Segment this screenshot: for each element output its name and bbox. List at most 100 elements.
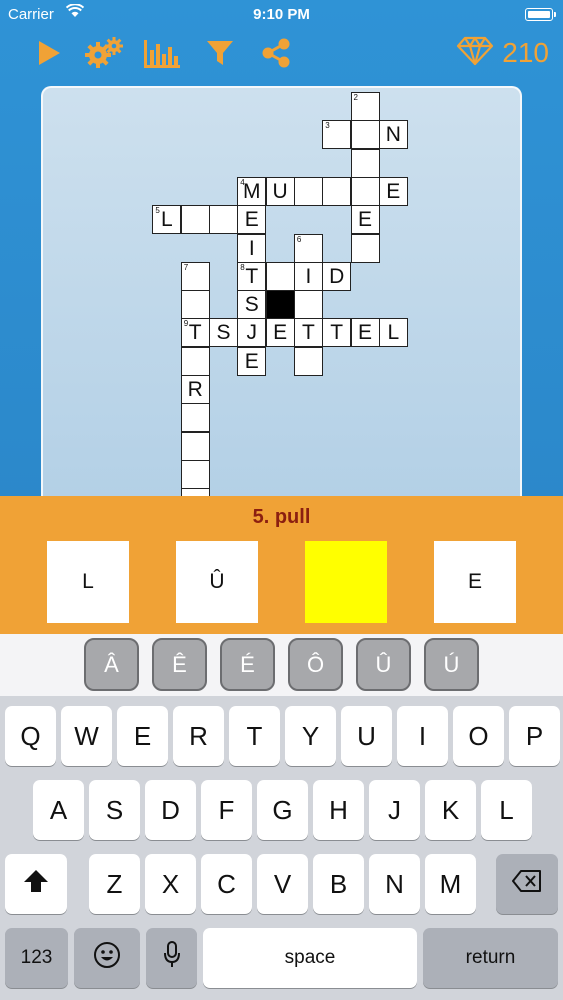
grid-cell[interactable]: 5L	[152, 205, 182, 235]
clue-text: 5. pull	[252, 506, 311, 528]
numbers-key[interactable]: 123	[5, 928, 68, 988]
key[interactable]: V	[257, 854, 308, 914]
key[interactable]: S	[89, 780, 140, 840]
grid-cell[interactable]: E	[350, 318, 380, 348]
grid-cell[interactable]: E	[237, 346, 267, 376]
grid-cell[interactable]	[209, 205, 238, 235]
grid-cell[interactable]: 2	[350, 92, 380, 121]
grid-cell[interactable]: E	[378, 176, 408, 206]
grid-cell[interactable]: 3	[322, 120, 352, 150]
grid-cell[interactable]: T	[322, 318, 352, 348]
grid-cell[interactable]: 9T	[180, 318, 210, 348]
cell-letter: L	[387, 321, 400, 345]
accent-key[interactable]: Û	[356, 638, 411, 691]
space-key[interactable]: space	[203, 928, 417, 988]
stats-icon[interactable]	[142, 34, 182, 72]
accent-key[interactable]: Ê	[152, 638, 207, 691]
key[interactable]: F	[201, 780, 252, 840]
grid-cell[interactable]	[180, 431, 210, 461]
grid-cell[interactable]	[180, 290, 210, 320]
grid-cell[interactable]: I	[293, 261, 323, 291]
shift-key[interactable]	[5, 854, 67, 914]
answer-box-4[interactable]: E	[434, 541, 516, 623]
return-key[interactable]: return	[423, 928, 558, 988]
grid-cell[interactable]	[350, 148, 380, 178]
grid-cell[interactable]: 7	[180, 261, 210, 291]
play-icon[interactable]	[28, 34, 68, 72]
grid-cell[interactable]	[350, 120, 380, 150]
clue-number: 2	[353, 93, 358, 102]
grid-cell[interactable]	[180, 205, 210, 235]
grid-cell[interactable]	[180, 403, 210, 433]
accent-key[interactable]: Ú	[424, 638, 479, 691]
key[interactable]: A	[33, 780, 84, 840]
grid-cell[interactable]: U	[265, 176, 295, 206]
key[interactable]: J	[369, 780, 420, 840]
filter-icon[interactable]	[200, 34, 240, 72]
accent-key[interactable]: Ô	[288, 638, 343, 691]
key[interactable]: N	[369, 854, 420, 914]
key[interactable]: R	[173, 706, 224, 766]
cell-letter: E	[244, 349, 259, 373]
key[interactable]: O	[453, 706, 504, 766]
cell-letter: R	[187, 378, 203, 401]
grid-cell[interactable]: N	[378, 120, 408, 150]
grid-cell[interactable]: S	[237, 290, 267, 320]
grid-cell[interactable]: D	[322, 261, 352, 291]
gears-icon[interactable]	[84, 34, 124, 72]
key[interactable]: G	[257, 780, 308, 840]
answer-box-1[interactable]: L	[47, 541, 129, 623]
grid-cell[interactable]	[180, 346, 210, 376]
clue-number: 7	[183, 262, 189, 272]
grid-cell[interactable]	[180, 459, 210, 489]
key[interactable]: P	[509, 706, 560, 766]
key[interactable]: C	[201, 854, 252, 914]
dictation-key[interactable]	[146, 928, 197, 988]
key[interactable]: L	[481, 780, 532, 840]
answer-box-2[interactable]: Û	[176, 541, 258, 623]
grid-cell[interactable]	[265, 261, 295, 291]
key[interactable]: Z	[89, 854, 140, 914]
grid-cell[interactable]: E	[265, 318, 295, 348]
key[interactable]: Q	[5, 706, 56, 766]
grid-cell[interactable]: E	[350, 205, 380, 235]
grid-cell[interactable]: 6	[293, 233, 323, 263]
grid-cell[interactable]	[350, 176, 380, 206]
grid-cell[interactable]: L	[378, 318, 408, 348]
grid-cell[interactable]: T	[293, 318, 323, 348]
key[interactable]: H	[313, 780, 364, 840]
accent-key[interactable]: Â	[84, 638, 139, 691]
key[interactable]: E	[117, 706, 168, 766]
grid-cell[interactable]: 8T	[237, 261, 267, 291]
cell-letter: J	[246, 321, 258, 345]
grid-cell[interactable]	[322, 176, 352, 206]
grid-cell[interactable]	[293, 346, 323, 376]
crossword-board[interactable]: 23N4MUE5LEEI678TIDS9TSJETTELER	[41, 86, 522, 506]
grid-cell[interactable]: J	[237, 318, 267, 348]
grid-cell[interactable]	[293, 176, 323, 206]
answer-box-3[interactable]	[305, 541, 387, 623]
key[interactable]: K	[425, 780, 476, 840]
grid-cell[interactable]: R	[180, 375, 210, 404]
key[interactable]: I	[397, 706, 448, 766]
key[interactable]: Y	[285, 706, 336, 766]
grid-cell[interactable]: 4M	[237, 176, 267, 206]
grid-cell[interactable]	[350, 233, 380, 263]
key[interactable]: U	[341, 706, 392, 766]
key[interactable]: M	[425, 854, 476, 914]
share-icon[interactable]	[256, 34, 296, 72]
grid-cell[interactable]: S	[209, 318, 238, 348]
accent-key[interactable]: É	[220, 638, 275, 691]
key[interactable]: B	[313, 854, 364, 914]
key[interactable]: T	[229, 706, 280, 766]
emoji-key[interactable]	[74, 928, 140, 988]
grid-cell[interactable]: E	[237, 205, 267, 235]
key[interactable]: X	[145, 854, 196, 914]
grid-cell[interactable]	[293, 290, 323, 320]
cell-letter: N	[385, 123, 401, 147]
grid-cell[interactable]: I	[237, 233, 267, 263]
gem-counter[interactable]: 210	[456, 34, 549, 72]
backspace-key[interactable]	[496, 854, 558, 914]
key[interactable]: D	[145, 780, 196, 840]
key[interactable]: W	[61, 706, 112, 766]
